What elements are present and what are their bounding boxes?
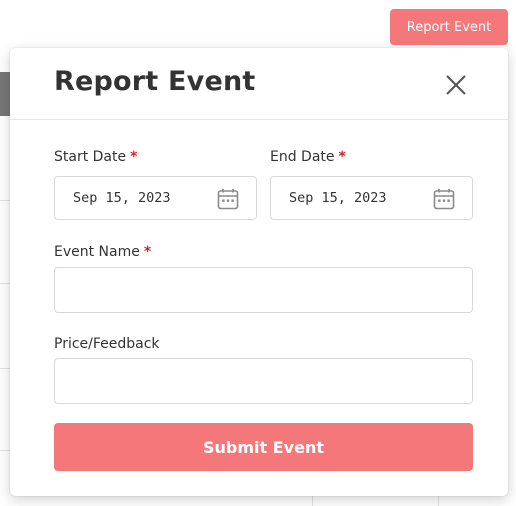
event-name-field (54, 267, 473, 313)
event-name-label-text: Event Name (54, 244, 140, 260)
report-event-modal: Report Event Start Date * Sep 15, 2023 En… (10, 48, 508, 496)
price-feedback-input[interactable] (55, 359, 472, 403)
end-date-label-text: End Date (270, 149, 335, 165)
close-button[interactable] (442, 71, 470, 99)
end-date-value: Sep 15, 2023 (289, 190, 387, 206)
price-feedback-label: Price/Feedback (54, 336, 160, 352)
required-mark: * (143, 244, 152, 260)
start-date-label: Start Date * (54, 149, 137, 165)
background-column-divider (312, 496, 313, 506)
end-date-field[interactable]: Sep 15, 2023 (270, 176, 473, 220)
event-name-label: Event Name * (54, 244, 151, 260)
start-date-field[interactable]: Sep 15, 2023 (54, 176, 257, 220)
event-name-input[interactable] (55, 268, 472, 312)
required-mark: * (130, 149, 138, 165)
background-column-divider (438, 496, 439, 506)
price-feedback-label-text: Price/Feedback (54, 336, 160, 352)
report-event-button[interactable]: Report Event (390, 9, 508, 45)
calendar-icon[interactable] (216, 187, 240, 211)
end-date-label: End Date * (270, 149, 346, 165)
modal-title: Report Event (54, 66, 256, 97)
close-icon (446, 75, 466, 95)
start-date-label-text: Start Date (54, 149, 127, 165)
modal-header: Report Event (10, 48, 508, 120)
calendar-icon[interactable] (432, 187, 456, 211)
required-mark: * (338, 149, 346, 165)
price-feedback-field (54, 358, 473, 404)
submit-event-button[interactable]: Submit Event (54, 423, 473, 471)
start-date-value: Sep 15, 2023 (73, 190, 171, 206)
